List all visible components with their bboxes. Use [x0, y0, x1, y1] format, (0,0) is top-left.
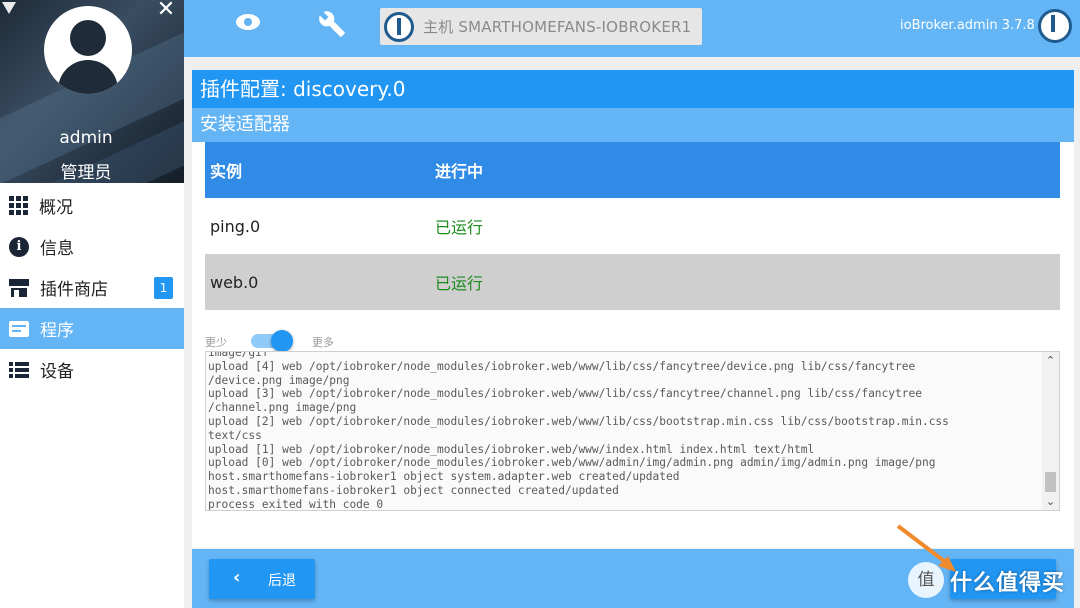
watermark: 值 什么值得买 [908, 560, 1076, 600]
sidebar-item-label: 设备 [40, 362, 74, 382]
log-line: upload [0] web /opt/iobroker/node_module… [208, 456, 936, 470]
chevron-left-icon: ‹ [233, 567, 241, 588]
sidebar-item-info[interactable]: i 信息 [0, 226, 184, 267]
sidebar-item-label: 插件商店 [40, 280, 108, 300]
store-icon [9, 278, 29, 297]
instance-name: web.0 [205, 254, 435, 310]
host-label: 主机 SMARTHOMEFANS-IOBROKER1 [423, 18, 692, 36]
iobroker-logo-icon [1038, 9, 1072, 43]
sidebar: ✕ admin 管理员 概况 i 信息 插件商店 1 程序 设备 [0, 0, 184, 608]
log-line: process exited with code 0 [208, 497, 384, 511]
scrollbar-thumb[interactable] [1045, 472, 1056, 492]
instances-icon [9, 320, 29, 337]
back-button[interactable]: ‹ 后退 [209, 559, 315, 599]
dialog-subtitle: 安装适配器 [192, 108, 1074, 142]
table-row: web.0 已运行 [205, 254, 1060, 310]
user-profile-panel: ✕ admin 管理员 [0, 0, 184, 183]
sidebar-item-label: 信息 [40, 239, 74, 259]
log-lines: image/gif upload [4] web /opt/iobroker/no… [208, 351, 1038, 511]
toggle-label-less: 更少 [205, 336, 227, 349]
instance-status: 已运行 [435, 254, 1060, 310]
iobroker-logo-icon [384, 11, 414, 42]
log-line: text/css [208, 428, 262, 442]
log-line: upload [2] web /opt/iobroker/node_module… [208, 414, 949, 428]
adapter-config-dialog: 插件配置: discovery.0 安装适配器 实例 进行中 ping.0 已运… [192, 70, 1074, 548]
instances-table: 实例 进行中 ping.0 已运行 web.0 已运行 [205, 142, 1060, 310]
log-line: host.smarthomefans-iobroker1 object conn… [208, 483, 619, 497]
column-header-progress: 进行中 [435, 142, 1060, 198]
log-scrollbar[interactable]: ⌃ ⌄ [1042, 352, 1059, 510]
instance-name: ping.0 [210, 216, 261, 236]
column-header-instance: 实例 [205, 142, 435, 198]
update-count-badge: 1 [154, 277, 173, 299]
log-line: host.smarthomefans-iobroker1 object syst… [208, 470, 680, 484]
log-line: upload [3] web /opt/iobroker/node_module… [208, 387, 922, 401]
avatar [44, 6, 132, 94]
log-line: /channel.png image/png [208, 401, 357, 415]
sidebar-item-label: 概况 [39, 198, 73, 218]
sidebar-item-label: 程序 [40, 321, 74, 341]
log-line: upload [1] web /opt/iobroker/node_module… [208, 442, 815, 456]
toggle-label-more: 更多 [312, 336, 334, 349]
table-row: ping.0 已运行 [205, 198, 1060, 254]
watermark-logo: 值 [908, 562, 944, 598]
install-log[interactable]: image/gif upload [4] web /opt/iobroker/no… [205, 351, 1060, 511]
app-window: ✕ admin 管理员 概况 i 信息 插件商店 1 程序 设备 主机 SMAR… [0, 0, 1080, 608]
sidebar-item-adapter-store[interactable]: 插件商店 1 [0, 267, 184, 308]
host-selector[interactable]: 主机 SMARTHOMEFANS-IOBROKER1 [380, 8, 702, 45]
grid-icon [9, 196, 28, 215]
instance-status: 已运行 [435, 218, 484, 237]
log-line: image/gif [208, 351, 269, 359]
top-toolbar: 主机 SMARTHOMEFANS-IOBROKER1 ioBroker.admi… [184, 0, 1080, 57]
log-line: upload [4] web /opt/iobroker/node_module… [208, 359, 916, 373]
sidebar-nav: 概况 i 信息 插件商店 1 程序 设备 [0, 185, 184, 390]
chevron-up-icon[interactable]: ⌃ [1042, 352, 1059, 369]
switch-knob[interactable] [271, 330, 293, 352]
info-icon: i [9, 236, 29, 257]
user-role: 管理员 [60, 163, 112, 183]
chevron-down-icon[interactable]: ⌄ [1042, 493, 1059, 510]
username: admin [59, 128, 113, 148]
wrench-icon[interactable] [318, 10, 346, 38]
admin-version: ioBroker.admin 3.7.8 [900, 18, 1035, 33]
menu-collapse-icon[interactable] [2, 2, 16, 14]
dialog-title: 插件配置: discovery.0 [192, 70, 1074, 108]
eye-icon[interactable] [236, 14, 260, 30]
close-icon[interactable]: ✕ [156, 0, 176, 21]
log-line: /device.png image/png [208, 373, 350, 387]
watermark-text: 什么值得买 [950, 571, 1066, 596]
table-header: 实例 进行中 [205, 142, 1060, 198]
log-detail-toggle-row: 更少 更多 [205, 330, 405, 352]
list-icon [9, 361, 29, 378]
back-button-label: 后退 [268, 573, 296, 589]
sidebar-item-devices[interactable]: 设备 [0, 349, 184, 390]
sidebar-item-instances[interactable]: 程序 [0, 308, 184, 349]
sidebar-item-overview[interactable]: 概况 [0, 185, 184, 226]
